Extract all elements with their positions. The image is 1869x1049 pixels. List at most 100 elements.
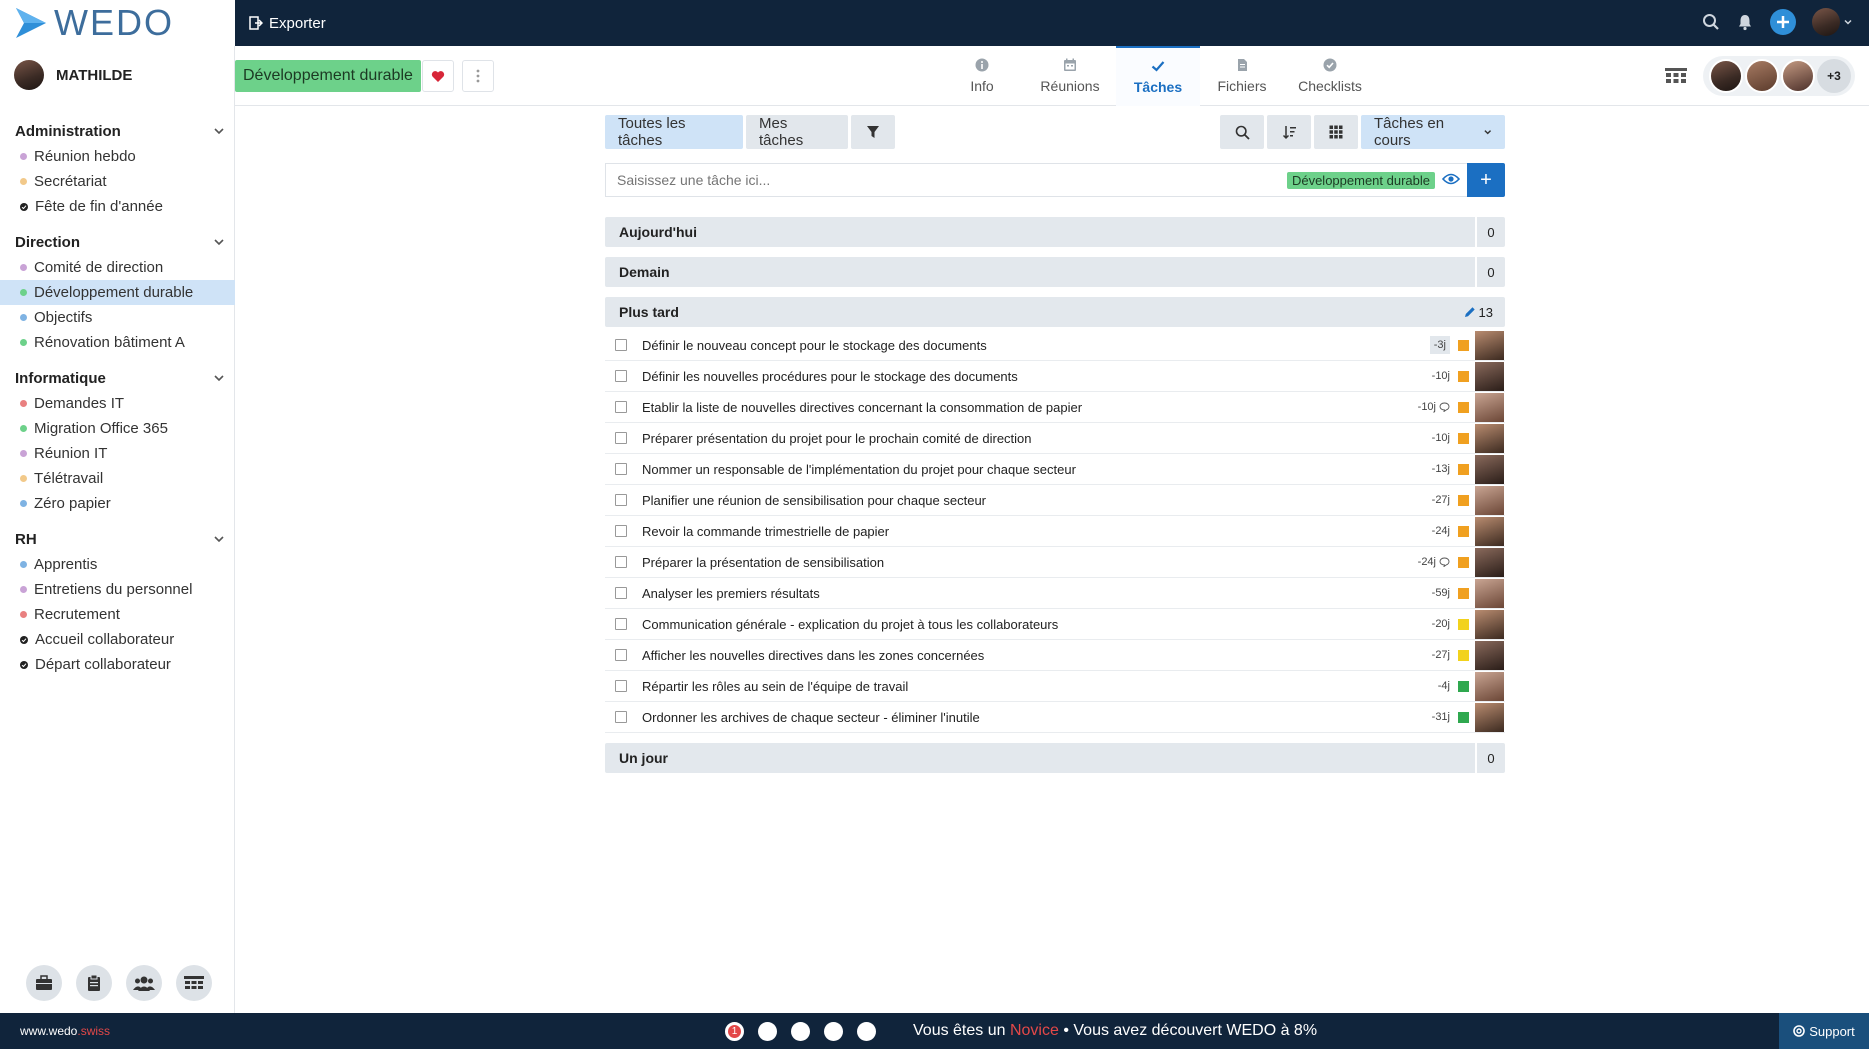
project-title-chip[interactable]: Développement durable [235, 60, 421, 92]
task-row[interactable]: Préparer la présentation de sensibilisat… [605, 547, 1505, 578]
filter-button[interactable] [851, 115, 895, 149]
sidebar-item[interactable]: Accueil collaborateur [0, 627, 235, 652]
task-checkbox[interactable] [615, 556, 627, 568]
sidebar-item[interactable]: Rénovation bâtiment A [0, 330, 235, 355]
sidebar-item[interactable]: Réunion hebdo [0, 144, 235, 169]
tab-checklists[interactable]: Checklists [1284, 46, 1376, 106]
task-checkbox[interactable] [615, 649, 627, 661]
board-button[interactable] [176, 965, 212, 1001]
grid-view-button[interactable] [1314, 115, 1358, 149]
sidebar-item[interactable]: Développement durable [0, 280, 235, 305]
onboarding-step[interactable] [758, 1022, 777, 1041]
assignee-avatar[interactable] [1475, 609, 1504, 639]
export-button[interactable]: Exporter [249, 15, 326, 32]
task-checkbox[interactable] [615, 680, 627, 692]
priority-flag[interactable] [1458, 432, 1469, 444]
task-checkbox[interactable] [615, 401, 627, 413]
task-row[interactable]: Définir les nouvelles procédures pour le… [605, 361, 1505, 392]
task-title[interactable]: Définir les nouvelles procédures pour le… [642, 369, 1430, 384]
create-button[interactable] [1770, 9, 1796, 35]
section-today[interactable]: Aujourd'hui 0 [605, 217, 1505, 247]
assignee-avatar[interactable] [1475, 640, 1504, 670]
onboarding-step[interactable] [824, 1022, 843, 1041]
people-button[interactable] [126, 965, 162, 1001]
add-task-button[interactable]: + [1467, 163, 1505, 197]
more-options-button[interactable] [462, 60, 494, 92]
assignee-avatar[interactable] [1475, 485, 1504, 515]
task-checkbox[interactable] [615, 587, 627, 599]
sidebar-item[interactable]: Comité de direction [0, 255, 235, 280]
status-filter-dropdown[interactable]: Tâches en cours [1361, 115, 1505, 149]
sidebar-item[interactable]: Demandes IT [0, 391, 235, 416]
task-title[interactable]: Etablir la liste de nouvelles directives… [642, 400, 1416, 415]
task-row[interactable]: Répartir les rôles au sein de l'équipe d… [605, 671, 1505, 702]
eye-icon[interactable] [1442, 172, 1460, 186]
my-tasks-button[interactable]: Mes tâches [746, 115, 848, 149]
priority-flag[interactable] [1458, 401, 1469, 413]
nav-group-header[interactable]: Administration [0, 118, 235, 144]
task-row[interactable]: Communication générale - explication du … [605, 609, 1505, 640]
sort-button[interactable] [1267, 115, 1311, 149]
task-title[interactable]: Préparer présentation du projet pour le … [642, 431, 1430, 446]
account-menu[interactable] [1812, 8, 1853, 36]
task-row[interactable]: Définir le nouveau concept pour le stock… [605, 330, 1505, 361]
task-checkbox[interactable] [615, 494, 627, 506]
tab-files[interactable]: Fichiers [1200, 46, 1284, 106]
task-title[interactable]: Planifier une réunion de sensibilisation… [642, 493, 1430, 508]
priority-flag[interactable] [1458, 556, 1469, 568]
task-title[interactable]: Définir le nouveau concept pour le stock… [642, 338, 1430, 353]
all-tasks-button[interactable]: Toutes les tâches [605, 115, 743, 149]
priority-flag[interactable] [1458, 463, 1469, 475]
sidebar-item[interactable]: Départ collaborateur [0, 652, 235, 677]
project-members[interactable]: +3 [1703, 56, 1855, 96]
task-checkbox[interactable] [615, 525, 627, 537]
task-title[interactable]: Revoir la commande trimestrielle de papi… [642, 524, 1430, 539]
sidebar-item[interactable]: Migration Office 365 [0, 416, 235, 441]
assignee-avatar[interactable] [1475, 423, 1504, 453]
tab-tasks[interactable]: Tâches [1116, 46, 1200, 106]
task-row[interactable]: Préparer présentation du projet pour le … [605, 423, 1505, 454]
task-row[interactable]: Etablir la liste de nouvelles directives… [605, 392, 1505, 423]
footer-brand[interactable]: www.wedo.swiss [20, 1024, 110, 1038]
task-title[interactable]: Répartir les rôles au sein de l'équipe d… [642, 679, 1430, 694]
sidebar-item[interactable]: Télétravail [0, 466, 235, 491]
section-someday[interactable]: Un jour 0 [605, 743, 1505, 773]
nav-group-header[interactable]: Direction [0, 229, 235, 255]
section-tomorrow[interactable]: Demain 0 [605, 257, 1505, 287]
favorite-button[interactable] [422, 60, 454, 92]
nav-group-header[interactable]: Informatique [0, 365, 235, 391]
nav-group-header[interactable]: RH [0, 526, 235, 552]
support-button[interactable]: Support [1779, 1013, 1869, 1049]
sidebar-item[interactable]: Recrutement [0, 602, 235, 627]
assignee-avatar[interactable] [1475, 454, 1504, 484]
logo[interactable]: WEDO [0, 0, 235, 46]
priority-flag[interactable] [1458, 339, 1469, 351]
task-title[interactable]: Analyser les premiers résultats [642, 586, 1430, 601]
task-row[interactable]: Afficher les nouvelles directives dans l… [605, 640, 1505, 671]
pencil-icon[interactable] [1464, 306, 1476, 318]
priority-flag[interactable] [1458, 370, 1469, 382]
briefcase-button[interactable] [26, 965, 62, 1001]
task-checkbox[interactable] [615, 370, 627, 382]
sidebar-item[interactable]: Apprentis [0, 552, 235, 577]
task-checkbox[interactable] [615, 339, 627, 351]
priority-flag[interactable] [1458, 680, 1469, 692]
sidebar-item[interactable]: Zéro papier [0, 491, 235, 516]
task-title[interactable]: Nommer un responsable de l'implémentatio… [642, 462, 1430, 477]
user-profile[interactable]: MATHILDE [14, 60, 132, 90]
task-row[interactable]: Analyser les premiers résultats -59j [605, 578, 1505, 609]
clipboard-button[interactable] [76, 965, 112, 1001]
search-icon[interactable] [1702, 13, 1720, 31]
onboarding-step[interactable] [791, 1022, 810, 1041]
task-row[interactable]: Revoir la commande trimestrielle de papi… [605, 516, 1505, 547]
sidebar-item[interactable]: Fête de fin d'année [0, 194, 235, 219]
priority-flag[interactable] [1458, 711, 1469, 723]
task-checkbox[interactable] [615, 432, 627, 444]
task-checkbox[interactable] [615, 711, 627, 723]
assignee-avatar[interactable] [1475, 671, 1504, 701]
section-later[interactable]: Plus tard 13 [605, 297, 1505, 327]
task-row[interactable]: Planifier une réunion de sensibilisation… [605, 485, 1505, 516]
task-checkbox[interactable] [615, 463, 627, 475]
priority-flag[interactable] [1458, 525, 1469, 537]
assignee-avatar[interactable] [1475, 516, 1504, 546]
